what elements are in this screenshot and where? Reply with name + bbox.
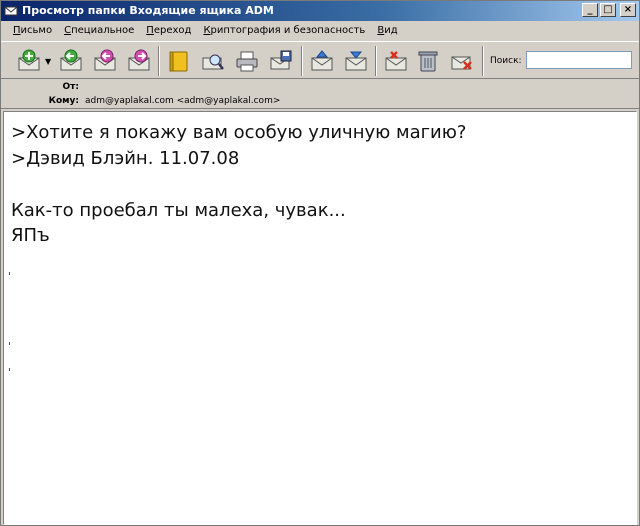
- reply-icon: [60, 49, 82, 71]
- print-button[interactable]: [233, 47, 261, 75]
- menu-special-rest: пециальное: [71, 25, 135, 36]
- toolbar-separator: [375, 46, 377, 76]
- search-label: Поиск:: [490, 56, 522, 66]
- move-down-icon: [345, 51, 367, 71]
- maximize-button[interactable]: □: [600, 3, 616, 17]
- toolbar-separator: [482, 46, 484, 76]
- menu-go-accel: П: [146, 25, 154, 36]
- menu-letter-rest: исьмо: [20, 25, 53, 36]
- toolbar: ▼ Поиск:: [1, 41, 639, 79]
- move-up-button[interactable]: [308, 47, 336, 75]
- trash-button[interactable]: [414, 47, 442, 75]
- new-message-button[interactable]: [15, 47, 43, 75]
- menu-bar: Письмо Специальное Переход Криптография …: [1, 21, 639, 40]
- save-button[interactable]: [267, 47, 295, 75]
- address-book-button[interactable]: [165, 47, 193, 75]
- window-title: Просмотр папки Входящие ящика ADM: [22, 4, 274, 17]
- forward-icon: [128, 49, 150, 71]
- margin-mark: [9, 272, 10, 275]
- save-icon: [270, 50, 292, 70]
- menu-go-rest: ереход: [153, 25, 192, 36]
- reply-button[interactable]: [57, 47, 85, 75]
- title-bar[interactable]: Просмотр папки Входящие ящика ADM _ □ ×: [1, 1, 639, 21]
- margin-mark: [9, 368, 10, 371]
- mail-viewer-window: Просмотр папки Входящие ящика ADM _ □ × …: [0, 0, 640, 526]
- minimize-button[interactable]: _: [582, 3, 598, 17]
- search-input[interactable]: [526, 51, 632, 69]
- reply-all-icon: [94, 49, 116, 71]
- from-label: От:: [62, 82, 79, 92]
- menu-letter[interactable]: Письмо: [7, 25, 58, 36]
- toolbar-separator: [158, 46, 160, 76]
- delete-button[interactable]: [448, 47, 476, 75]
- trash-icon: [418, 51, 438, 72]
- message-line: Как-то проебал ты малеха, чувак...: [11, 200, 346, 221]
- margin-mark: [9, 342, 10, 345]
- mark-unread-button[interactable]: [382, 47, 410, 75]
- envelope-app-icon: [4, 6, 18, 16]
- find-icon: [202, 54, 224, 70]
- reply-all-button[interactable]: [91, 47, 119, 75]
- new-message-icon: [18, 49, 40, 71]
- menu-special[interactable]: Специальное: [58, 25, 140, 36]
- message-headers: От: Кому: adm@yaplakal.com <adm@yaplakal…: [1, 79, 639, 109]
- delete-icon: [451, 56, 472, 70]
- move-up-icon: [311, 50, 333, 71]
- menu-crypto-accel: К: [203, 25, 211, 36]
- move-down-button[interactable]: [342, 47, 370, 75]
- forward-button[interactable]: [125, 47, 153, 75]
- menu-go[interactable]: Переход: [140, 25, 197, 36]
- to-label: Кому:: [48, 96, 79, 106]
- message-line: >Дэвид Блэйн. 11.07.08: [11, 148, 240, 169]
- toolbar-separator: [301, 46, 303, 76]
- address-book-icon: [169, 51, 188, 72]
- message-line: ЯПъ: [11, 225, 50, 246]
- menu-view-rest: ид: [384, 25, 398, 36]
- menu-view[interactable]: Вид: [371, 25, 403, 36]
- mark-unread-icon: [385, 51, 407, 71]
- menu-crypto[interactable]: Криптография и безопасность: [197, 25, 371, 36]
- new-message-dropdown-icon[interactable]: ▼: [45, 57, 51, 66]
- print-icon: [236, 51, 258, 72]
- message-line: >Хотите я покажу вам особую уличную маги…: [11, 122, 467, 143]
- to-value[interactable]: adm@yaplakal.com <adm@yaplakal.com>: [85, 96, 280, 106]
- menu-crypto-rest: риптография и безопасность: [210, 25, 366, 36]
- close-button[interactable]: ×: [620, 3, 636, 17]
- find-button[interactable]: [199, 47, 227, 75]
- menu-letter-accel: П: [13, 25, 21, 36]
- message-body[interactable]: >Хотите я покажу вам особую уличную маги…: [3, 111, 637, 525]
